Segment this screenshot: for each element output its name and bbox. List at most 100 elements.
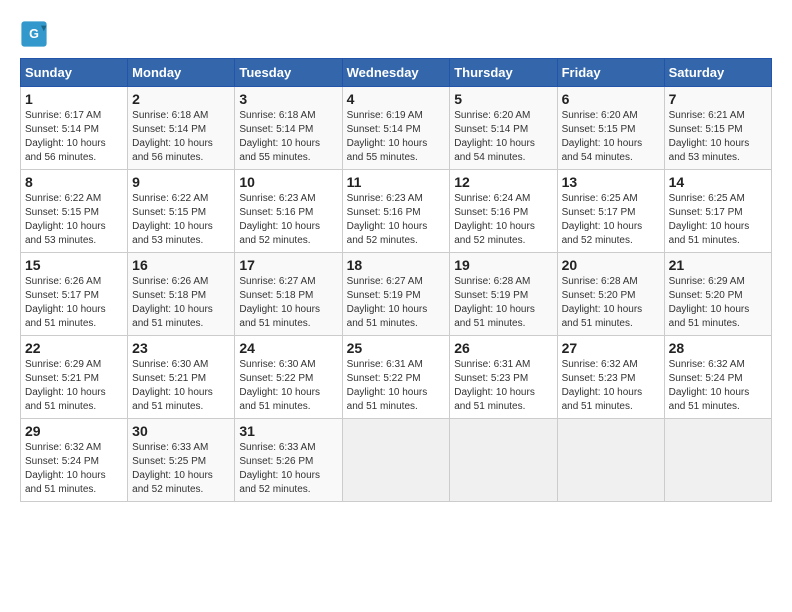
- week-row-2: 8 Sunrise: 6:22 AM Sunset: 5:15 PM Dayli…: [21, 170, 772, 253]
- day-info: Sunrise: 6:29 AM Sunset: 5:20 PM Dayligh…: [669, 275, 767, 331]
- day-info: Sunrise: 6:29 AM Sunset: 5:21 PM Dayligh…: [25, 358, 123, 414]
- day-number: 7: [669, 91, 767, 107]
- day-number: 26: [454, 340, 552, 356]
- day-cell: 15 Sunrise: 6:26 AM Sunset: 5:17 PM Dayl…: [21, 253, 128, 336]
- day-info: Sunrise: 6:22 AM Sunset: 5:15 PM Dayligh…: [25, 192, 123, 248]
- weekday-header-sunday: Sunday: [21, 59, 128, 87]
- day-number: 30: [132, 423, 230, 439]
- day-cell: 11 Sunrise: 6:23 AM Sunset: 5:16 PM Dayl…: [342, 170, 450, 253]
- day-cell: 3 Sunrise: 6:18 AM Sunset: 5:14 PM Dayli…: [235, 87, 342, 170]
- calendar-table: SundayMondayTuesdayWednesdayThursdayFrid…: [20, 58, 772, 502]
- week-row-4: 22 Sunrise: 6:29 AM Sunset: 5:21 PM Dayl…: [21, 336, 772, 419]
- day-number: 8: [25, 174, 123, 190]
- day-info: Sunrise: 6:25 AM Sunset: 5:17 PM Dayligh…: [562, 192, 660, 248]
- day-info: Sunrise: 6:22 AM Sunset: 5:15 PM Dayligh…: [132, 192, 230, 248]
- day-cell: 8 Sunrise: 6:22 AM Sunset: 5:15 PM Dayli…: [21, 170, 128, 253]
- weekday-header-wednesday: Wednesday: [342, 59, 450, 87]
- day-cell: 27 Sunrise: 6:32 AM Sunset: 5:23 PM Dayl…: [557, 336, 664, 419]
- day-info: Sunrise: 6:31 AM Sunset: 5:22 PM Dayligh…: [347, 358, 446, 414]
- day-info: Sunrise: 6:32 AM Sunset: 5:24 PM Dayligh…: [669, 358, 767, 414]
- weekday-header-thursday: Thursday: [450, 59, 557, 87]
- day-info: Sunrise: 6:26 AM Sunset: 5:17 PM Dayligh…: [25, 275, 123, 331]
- day-number: 14: [669, 174, 767, 190]
- day-cell: 22 Sunrise: 6:29 AM Sunset: 5:21 PM Dayl…: [21, 336, 128, 419]
- day-cell: 6 Sunrise: 6:20 AM Sunset: 5:15 PM Dayli…: [557, 87, 664, 170]
- day-info: Sunrise: 6:27 AM Sunset: 5:19 PM Dayligh…: [347, 275, 446, 331]
- day-info: Sunrise: 6:18 AM Sunset: 5:14 PM Dayligh…: [132, 109, 230, 165]
- day-info: Sunrise: 6:33 AM Sunset: 5:26 PM Dayligh…: [239, 441, 337, 497]
- day-cell: 29 Sunrise: 6:32 AM Sunset: 5:24 PM Dayl…: [21, 419, 128, 502]
- day-info: Sunrise: 6:24 AM Sunset: 5:16 PM Dayligh…: [454, 192, 552, 248]
- day-number: 29: [25, 423, 123, 439]
- logo: G: [20, 20, 52, 48]
- day-number: 27: [562, 340, 660, 356]
- day-info: Sunrise: 6:23 AM Sunset: 5:16 PM Dayligh…: [347, 192, 446, 248]
- svg-text:G: G: [29, 27, 39, 41]
- day-number: 16: [132, 257, 230, 273]
- day-number: 2: [132, 91, 230, 107]
- day-info: Sunrise: 6:27 AM Sunset: 5:18 PM Dayligh…: [239, 275, 337, 331]
- day-cell: 13 Sunrise: 6:25 AM Sunset: 5:17 PM Dayl…: [557, 170, 664, 253]
- day-number: 22: [25, 340, 123, 356]
- week-row-5: 29 Sunrise: 6:32 AM Sunset: 5:24 PM Dayl…: [21, 419, 772, 502]
- day-number: 5: [454, 91, 552, 107]
- day-cell: 14 Sunrise: 6:25 AM Sunset: 5:17 PM Dayl…: [664, 170, 771, 253]
- day-cell: [450, 419, 557, 502]
- weekday-header-row: SundayMondayTuesdayWednesdayThursdayFrid…: [21, 59, 772, 87]
- day-number: 3: [239, 91, 337, 107]
- header: G: [20, 20, 772, 48]
- day-info: Sunrise: 6:25 AM Sunset: 5:17 PM Dayligh…: [669, 192, 767, 248]
- day-cell: 9 Sunrise: 6:22 AM Sunset: 5:15 PM Dayli…: [128, 170, 235, 253]
- logo-icon: G: [20, 20, 48, 48]
- day-cell: 17 Sunrise: 6:27 AM Sunset: 5:18 PM Dayl…: [235, 253, 342, 336]
- day-number: 18: [347, 257, 446, 273]
- day-number: 23: [132, 340, 230, 356]
- day-cell: 21 Sunrise: 6:29 AM Sunset: 5:20 PM Dayl…: [664, 253, 771, 336]
- day-number: 15: [25, 257, 123, 273]
- day-number: 1: [25, 91, 123, 107]
- day-info: Sunrise: 6:32 AM Sunset: 5:23 PM Dayligh…: [562, 358, 660, 414]
- day-number: 4: [347, 91, 446, 107]
- day-info: Sunrise: 6:32 AM Sunset: 5:24 PM Dayligh…: [25, 441, 123, 497]
- day-number: 31: [239, 423, 337, 439]
- day-number: 9: [132, 174, 230, 190]
- day-number: 24: [239, 340, 337, 356]
- day-number: 21: [669, 257, 767, 273]
- weekday-header-tuesday: Tuesday: [235, 59, 342, 87]
- day-cell: [557, 419, 664, 502]
- day-cell: 7 Sunrise: 6:21 AM Sunset: 5:15 PM Dayli…: [664, 87, 771, 170]
- day-number: 12: [454, 174, 552, 190]
- day-info: Sunrise: 6:31 AM Sunset: 5:23 PM Dayligh…: [454, 358, 552, 414]
- day-cell: 16 Sunrise: 6:26 AM Sunset: 5:18 PM Dayl…: [128, 253, 235, 336]
- day-info: Sunrise: 6:33 AM Sunset: 5:25 PM Dayligh…: [132, 441, 230, 497]
- day-cell: 4 Sunrise: 6:19 AM Sunset: 5:14 PM Dayli…: [342, 87, 450, 170]
- day-number: 25: [347, 340, 446, 356]
- day-cell: 24 Sunrise: 6:30 AM Sunset: 5:22 PM Dayl…: [235, 336, 342, 419]
- day-cell: 26 Sunrise: 6:31 AM Sunset: 5:23 PM Dayl…: [450, 336, 557, 419]
- weekday-header-monday: Monday: [128, 59, 235, 87]
- day-number: 19: [454, 257, 552, 273]
- day-number: 6: [562, 91, 660, 107]
- day-cell: 28 Sunrise: 6:32 AM Sunset: 5:24 PM Dayl…: [664, 336, 771, 419]
- day-info: Sunrise: 6:23 AM Sunset: 5:16 PM Dayligh…: [239, 192, 337, 248]
- day-cell: 2 Sunrise: 6:18 AM Sunset: 5:14 PM Dayli…: [128, 87, 235, 170]
- day-cell: 25 Sunrise: 6:31 AM Sunset: 5:22 PM Dayl…: [342, 336, 450, 419]
- day-number: 20: [562, 257, 660, 273]
- day-cell: 1 Sunrise: 6:17 AM Sunset: 5:14 PM Dayli…: [21, 87, 128, 170]
- day-info: Sunrise: 6:30 AM Sunset: 5:21 PM Dayligh…: [132, 358, 230, 414]
- day-info: Sunrise: 6:26 AM Sunset: 5:18 PM Dayligh…: [132, 275, 230, 331]
- day-number: 11: [347, 174, 446, 190]
- day-number: 10: [239, 174, 337, 190]
- day-cell: 30 Sunrise: 6:33 AM Sunset: 5:25 PM Dayl…: [128, 419, 235, 502]
- day-cell: [342, 419, 450, 502]
- day-cell: 10 Sunrise: 6:23 AM Sunset: 5:16 PM Dayl…: [235, 170, 342, 253]
- day-info: Sunrise: 6:20 AM Sunset: 5:15 PM Dayligh…: [562, 109, 660, 165]
- day-cell: 12 Sunrise: 6:24 AM Sunset: 5:16 PM Dayl…: [450, 170, 557, 253]
- day-info: Sunrise: 6:18 AM Sunset: 5:14 PM Dayligh…: [239, 109, 337, 165]
- day-number: 17: [239, 257, 337, 273]
- day-number: 13: [562, 174, 660, 190]
- day-cell: 31 Sunrise: 6:33 AM Sunset: 5:26 PM Dayl…: [235, 419, 342, 502]
- weekday-header-friday: Friday: [557, 59, 664, 87]
- day-cell: 18 Sunrise: 6:27 AM Sunset: 5:19 PM Dayl…: [342, 253, 450, 336]
- day-number: 28: [669, 340, 767, 356]
